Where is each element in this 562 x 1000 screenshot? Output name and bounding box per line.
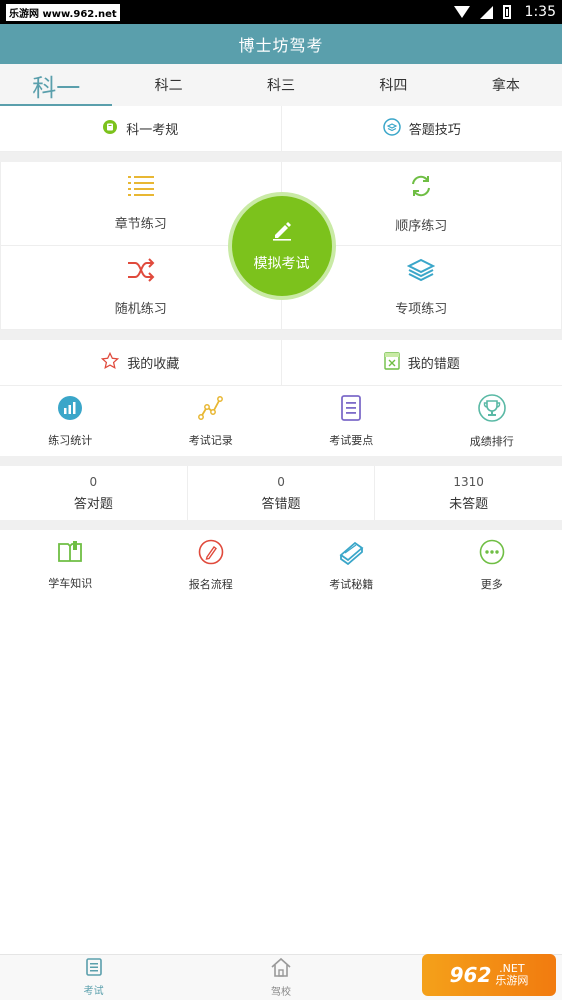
exam-key-points[interactable]: 考试要点 [281, 386, 422, 456]
section-divider [0, 330, 562, 340]
tab-exam[interactable]: 考试 [0, 955, 187, 1000]
wrong-note-icon [384, 351, 400, 374]
registration-process[interactable]: 报名流程 [141, 530, 282, 600]
wrong-label: 答错题 [261, 496, 301, 512]
tips-icon [382, 117, 401, 140]
random-practice-label: 随机练习 [114, 302, 167, 317]
practice-stats[interactable]: 练习统计 [0, 386, 141, 456]
shuffle-icon [127, 258, 155, 286]
practice-stats-label: 练习统计 [48, 433, 93, 447]
tab-driving-school-label: 驾校 [270, 987, 291, 998]
app-title-bar: 博士坊驾考 [0, 24, 562, 64]
subject-tabs: 科一 科二 科三 科四 拿本 [0, 64, 562, 106]
status-bar: 乐游网 www.962.net 1:35 [0, 0, 562, 24]
app-title: 博士坊驾考 [238, 36, 324, 55]
watermark-text: .NET 乐游网 [495, 962, 529, 987]
unanswered-count: 1310 [453, 474, 484, 489]
my-collection[interactable]: 我的收藏 [0, 340, 281, 385]
list-icon [127, 175, 154, 201]
tab-exam-label: 考试 [83, 986, 104, 997]
battery-icon [502, 5, 511, 19]
mock-exam-inner: 模拟考试 [231, 196, 332, 296]
favorites-row: 我的收藏 我的错题 [0, 340, 562, 386]
more-row: 学车知识 报名流程 考试秘籍 更多 [0, 530, 562, 600]
answer-stats-row: 0 答对题 0 答错题 1310 未答题 [0, 466, 562, 520]
more-entry[interactable]: 更多 [422, 530, 562, 600]
exam-key-points-label: 考试要点 [329, 433, 374, 447]
registration-process-label: 报名流程 [188, 577, 233, 591]
unanswered-stat: 1310 未答题 [374, 466, 562, 520]
exam-records-label: 考试记录 [188, 433, 233, 447]
my-collection-label: 我的收藏 [127, 357, 180, 372]
more-label: 更多 [480, 577, 503, 591]
cell-signal-icon [479, 5, 493, 19]
exam-records[interactable]: 考试记录 [141, 386, 282, 456]
correct-count: 0 [89, 474, 98, 489]
pencil-icon [271, 219, 293, 245]
tab-subject-2[interactable]: 科二 [112, 64, 224, 106]
mock-exam-label: 模拟考试 [253, 256, 310, 272]
rules-link[interactable]: 科一考规 [0, 106, 281, 151]
trophy-icon [477, 393, 506, 425]
watermark-site: 乐游网 [495, 974, 529, 987]
tab-subject-3[interactable]: 科三 [225, 64, 337, 106]
my-wrong-label: 我的错题 [407, 357, 460, 372]
special-practice-label: 专项练习 [395, 302, 448, 317]
tips-label: 答题技巧 [408, 123, 461, 138]
section-divider [0, 520, 562, 530]
star-icon [101, 351, 120, 374]
home-icon [270, 957, 292, 980]
watermark-label: 乐游网 www.962.net [6, 3, 120, 21]
mock-exam-button[interactable]: 模拟考试 [227, 192, 336, 300]
tools-row: 练习统计 考试记录 考试要点 成绩排行 [0, 386, 562, 456]
score-ranking[interactable]: 成绩排行 [422, 386, 562, 456]
book-icon [57, 540, 83, 567]
rules-icon [102, 119, 118, 139]
more-icon [479, 539, 505, 568]
cycle-icon [408, 173, 434, 203]
tab-driving-school[interactable]: 驾校 [187, 955, 374, 1000]
document-icon [340, 394, 362, 424]
exam-secrets-label: 考试秘籍 [329, 577, 374, 591]
top-links-row: 科一考规 答题技巧 [0, 106, 562, 152]
chapter-practice-label: 章节练习 [114, 217, 167, 232]
exam-secrets[interactable]: 考试秘籍 [281, 530, 422, 600]
status-icons: 1:35 [453, 4, 556, 20]
section-divider [0, 152, 562, 162]
sequence-practice-label: 顺序练习 [395, 219, 448, 234]
books-stack-icon [337, 539, 365, 568]
exam-doc-icon [85, 958, 102, 979]
score-ranking-label: 成绩排行 [469, 434, 514, 448]
pen-circle-icon [198, 539, 224, 568]
driving-knowledge-label: 学车知识 [48, 576, 93, 590]
my-wrong[interactable]: 我的错题 [280, 340, 562, 385]
correct-label: 答对题 [73, 496, 113, 512]
unanswered-label: 未答题 [449, 496, 489, 512]
tips-link[interactable]: 答题技巧 [280, 106, 562, 151]
line-record-icon [197, 395, 224, 424]
status-time: 1:35 [524, 4, 556, 20]
bar-chart-icon [57, 395, 83, 424]
watermark-962: 962 [449, 963, 492, 987]
driving-knowledge[interactable]: 学车知识 [0, 530, 141, 600]
section-divider [0, 456, 562, 466]
wifi-icon [453, 6, 470, 18]
wrong-count: 0 [277, 474, 285, 489]
tab-subject-1[interactable]: 科一 [0, 64, 113, 106]
tab-subject-4[interactable]: 科四 [337, 64, 449, 106]
rules-label: 科一考规 [126, 123, 179, 138]
tab-get-license[interactable]: 拿本 [450, 64, 562, 106]
brand-watermark: 962 .NET 乐游网 [422, 954, 556, 996]
layers-icon [407, 258, 436, 286]
practice-grid: 章节练习 顺序练习 随机练习 专项练习 模拟考试 [0, 162, 562, 330]
wrong-stat: 0 答错题 [186, 466, 375, 520]
correct-stat: 0 答对题 [0, 466, 187, 520]
